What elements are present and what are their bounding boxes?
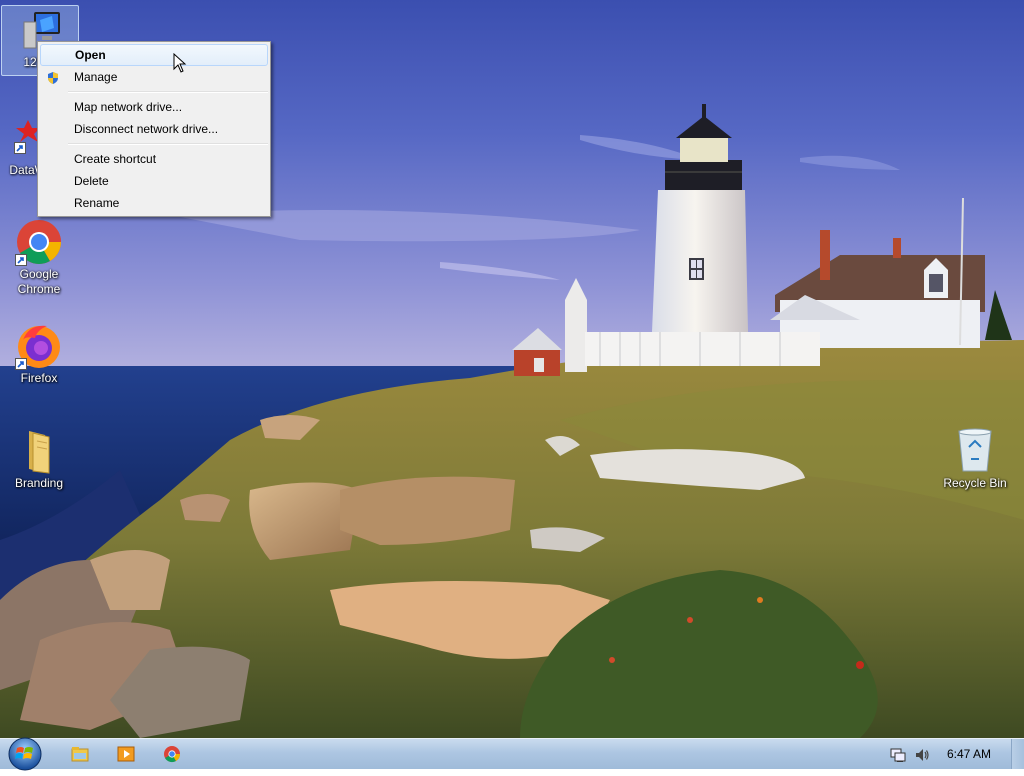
menu-item-label: Disconnect network drive... [74, 122, 219, 136]
desktop-icon-label: Branding [14, 476, 64, 490]
menu-item-label: Rename [74, 196, 120, 210]
start-button[interactable] [6, 735, 44, 773]
desktop-icon-label: Firefox [20, 371, 58, 385]
menu-item-label: Create shortcut [74, 152, 157, 166]
taskbar: 6:47 AM [0, 737, 1024, 771]
taskbar-file-explorer[interactable] [60, 741, 100, 767]
file-explorer-icon [71, 747, 89, 762]
menu-item-map-network-drive[interactable]: Map network drive... [40, 96, 268, 118]
menu-item-label: Delete [74, 174, 109, 188]
uac-shield-icon [46, 70, 60, 84]
firefox-icon [15, 322, 63, 370]
shortcut-arrow-icon [14, 142, 26, 154]
network-icon[interactable] [890, 747, 906, 766]
chrome-icon [164, 746, 181, 763]
windows-orb-icon [8, 737, 42, 771]
menu-item-create-shortcut[interactable]: Create shortcut [40, 148, 268, 170]
shortcut-arrow-icon [15, 358, 27, 370]
menu-item-disconnect-network-drive[interactable]: Disconnect network drive... [40, 118, 268, 140]
menu-separator [68, 143, 268, 145]
clock-time[interactable]: 6:47 AM [947, 739, 991, 769]
media-player-icon [117, 746, 135, 762]
desktop-icon-firefox[interactable]: Firefox [1, 322, 77, 386]
chrome-icon [15, 218, 63, 266]
desktop-icon-recycle-bin[interactable]: Recycle Bin [937, 427, 1013, 491]
desktop-icon-label: Google Chrome [17, 267, 61, 296]
folder-icon [15, 427, 63, 475]
context-menu: Open Manage Map network drive... Disconn… [37, 41, 271, 217]
shortcut-arrow-icon [15, 254, 27, 266]
desktop-icon-label: Recycle Bin [943, 476, 1007, 490]
taskbar-chrome[interactable] [152, 741, 192, 767]
menu-item-label: Open [75, 48, 106, 62]
taskbar-media-player[interactable] [106, 741, 146, 767]
menu-item-delete[interactable]: Delete [40, 170, 268, 192]
recycle-bin-icon [951, 427, 999, 475]
menu-item-rename[interactable]: Rename [40, 192, 268, 214]
volume-icon[interactable] [914, 747, 930, 766]
mouse-cursor-icon [173, 52, 187, 76]
desktop-icon-google-chrome[interactable]: Google Chrome [1, 218, 77, 297]
menu-item-label: Map network drive... [74, 100, 183, 114]
menu-item-label: Manage [74, 70, 118, 84]
show-desktop-button[interactable] [1011, 739, 1024, 769]
menu-separator [68, 91, 268, 93]
menu-item-open[interactable]: Open [40, 44, 268, 66]
desktop-icon-branding[interactable]: Branding [1, 427, 77, 491]
menu-item-manage[interactable]: Manage [40, 66, 268, 88]
